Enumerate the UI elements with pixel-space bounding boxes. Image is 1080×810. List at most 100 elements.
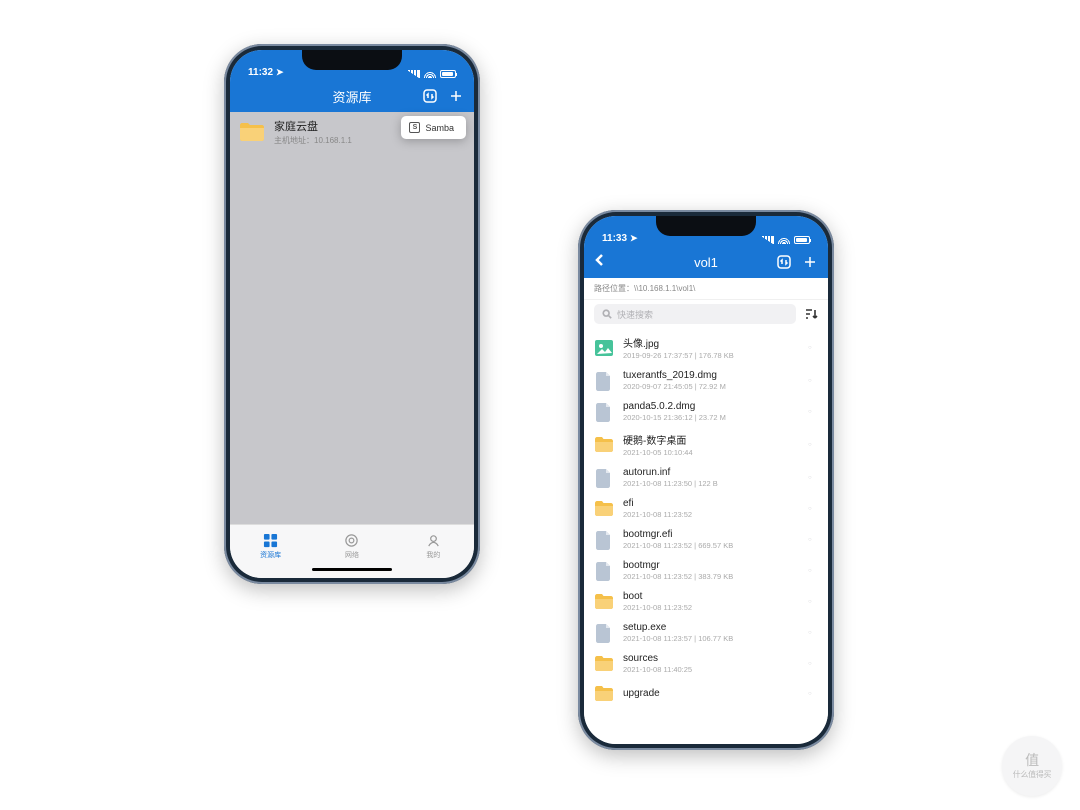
location-icon: ➤: [630, 233, 638, 244]
file-row[interactable]: tuxerantfs_2019.dmg2020-09-07 21:45:05 |…: [584, 365, 828, 396]
add-icon[interactable]: [802, 254, 818, 270]
folder-icon: [594, 654, 614, 674]
file-icon: [594, 530, 614, 550]
file-name: autorun.inf: [623, 467, 799, 478]
file-name: bootmgr.efi: [623, 529, 799, 540]
file-name: setup.exe: [623, 622, 799, 633]
file-meta: 2020-10-15 21:36:12 | 23.72 M: [623, 413, 799, 422]
file-more-button[interactable]: [808, 343, 818, 353]
folder-icon: [594, 499, 614, 519]
search-icon: [602, 309, 612, 319]
sort-button[interactable]: [804, 307, 818, 321]
file-more-button[interactable]: [808, 504, 818, 514]
tab-library[interactable]: 资源库: [230, 525, 311, 568]
signal-icon: [762, 236, 774, 244]
file-row[interactable]: panda5.0.2.dmg2020-10-15 21:36:12 | 23.7…: [584, 396, 828, 427]
transfer-icon[interactable]: [776, 254, 792, 270]
file-meta: 2019-09-26 17:37:57 | 176.78 KB: [623, 351, 799, 360]
file-more-button[interactable]: [808, 535, 818, 545]
file-meta: 2021-10-08 11:23:52 | 383.79 KB: [623, 572, 799, 581]
file-row[interactable]: 硬鹅-数字桌面2021-10-05 10:10:44: [584, 427, 828, 462]
file-meta: 2021-10-08 11:23:52: [623, 510, 799, 519]
dropdown-samba-label: Samba: [425, 123, 454, 133]
file-row[interactable]: bootmgr.efi2021-10-08 11:23:52 | 669.57 …: [584, 524, 828, 555]
file-list[interactable]: 头像.jpg2019-09-26 17:37:57 | 176.78 KBtux…: [584, 330, 828, 744]
file-icon: [594, 402, 614, 422]
tab-mine[interactable]: 我的: [393, 525, 474, 568]
wifi-icon: [778, 235, 790, 244]
signal-icon: [408, 70, 420, 78]
folder-icon: [594, 435, 614, 455]
file-icon: [594, 561, 614, 581]
file-meta: 2021-10-08 11:23:52 | 669.57 KB: [623, 541, 799, 550]
search-input[interactable]: 快速搜索: [594, 304, 796, 324]
file-name: boot: [623, 591, 799, 602]
file-more-button[interactable]: [808, 597, 818, 607]
file-meta: 2021-10-05 10:10:44: [623, 448, 799, 457]
file-name: 头像.jpg: [623, 335, 799, 350]
file-icon: [594, 623, 614, 643]
file-meta: 2021-10-08 11:23:52: [623, 603, 799, 612]
battery-icon: [440, 70, 456, 78]
watermark-smzdm: 值 什么值得买: [1002, 736, 1062, 796]
file-more-button[interactable]: [808, 473, 818, 483]
file-more-button[interactable]: [808, 440, 818, 450]
navbar: vol1: [584, 246, 828, 278]
file-row[interactable]: setup.exe2021-10-08 11:23:57 | 106.77 KB: [584, 617, 828, 648]
file-row[interactable]: 头像.jpg2019-09-26 17:37:57 | 176.78 KB: [584, 330, 828, 365]
file-more-button[interactable]: [808, 659, 818, 669]
file-more-button[interactable]: [808, 376, 818, 386]
file-name: 硬鹅-数字桌面: [623, 432, 799, 447]
image-file-icon: [594, 338, 614, 358]
tab-bar: 资源库 网络 我的: [230, 524, 474, 568]
path-bar: 路径位置：\\10.168.1.1\vol1\: [584, 278, 828, 300]
file-row[interactable]: autorun.inf2021-10-08 11:23:50 | 122 B: [584, 462, 828, 493]
file-row[interactable]: sources2021-10-08 11:40:25: [584, 648, 828, 679]
phone-right: 11:33 ➤ vol1: [578, 210, 834, 750]
file-icon: [594, 468, 614, 488]
file-row[interactable]: boot2021-10-08 11:23:52: [584, 586, 828, 617]
phone-left: 11:32 ➤ 资源库: [224, 44, 480, 584]
file-icon: [594, 371, 614, 391]
search-placeholder: 快速搜索: [617, 308, 653, 321]
file-name: tuxerantfs_2019.dmg: [623, 370, 799, 381]
tab-network[interactable]: 网络: [311, 525, 392, 568]
library-content: 家庭云盘 主机地址：10.168.1.1 S Samba: [230, 112, 474, 524]
file-more-button[interactable]: [808, 689, 818, 699]
notch: [302, 50, 402, 70]
file-more-button[interactable]: [808, 407, 818, 417]
navbar: 资源库: [230, 80, 474, 112]
folder-icon: [594, 592, 614, 612]
folder-icon: [594, 684, 614, 704]
file-more-button[interactable]: [808, 628, 818, 638]
status-time: 11:32: [248, 67, 273, 78]
file-row[interactable]: bootmgr2021-10-08 11:23:52 | 383.79 KB: [584, 555, 828, 586]
samba-icon: S: [409, 122, 420, 133]
file-row[interactable]: efi2021-10-08 11:23:52: [584, 493, 828, 524]
search-row: 快速搜索: [584, 300, 828, 330]
file-name: sources: [623, 653, 799, 664]
file-name: panda5.0.2.dmg: [623, 401, 799, 412]
transfer-icon[interactable]: [422, 88, 438, 104]
file-meta: 2021-10-08 11:23:50 | 122 B: [623, 479, 799, 488]
location-icon: ➤: [276, 67, 284, 78]
add-icon[interactable]: [448, 88, 464, 104]
file-meta: 2021-10-08 11:23:57 | 106.77 KB: [623, 634, 799, 643]
battery-icon: [794, 236, 810, 244]
notch: [656, 216, 756, 236]
status-time: 11:33: [602, 233, 627, 244]
wifi-icon: [424, 69, 436, 78]
nav-title: 资源库: [332, 87, 371, 106]
file-row[interactable]: upgrade: [584, 679, 828, 709]
file-name: upgrade: [623, 688, 799, 699]
file-meta: 2021-10-08 11:40:25: [623, 665, 799, 674]
add-dropdown[interactable]: S Samba: [401, 116, 466, 139]
back-button[interactable]: [594, 254, 610, 270]
home-indicator: [230, 568, 474, 578]
folder-icon: [238, 120, 266, 144]
file-more-button[interactable]: [808, 566, 818, 576]
file-name: efi: [623, 498, 799, 509]
nav-title: vol1: [694, 255, 718, 270]
file-name: bootmgr: [623, 560, 799, 571]
file-meta: 2020-09-07 21:45:05 | 72.92 M: [623, 382, 799, 391]
